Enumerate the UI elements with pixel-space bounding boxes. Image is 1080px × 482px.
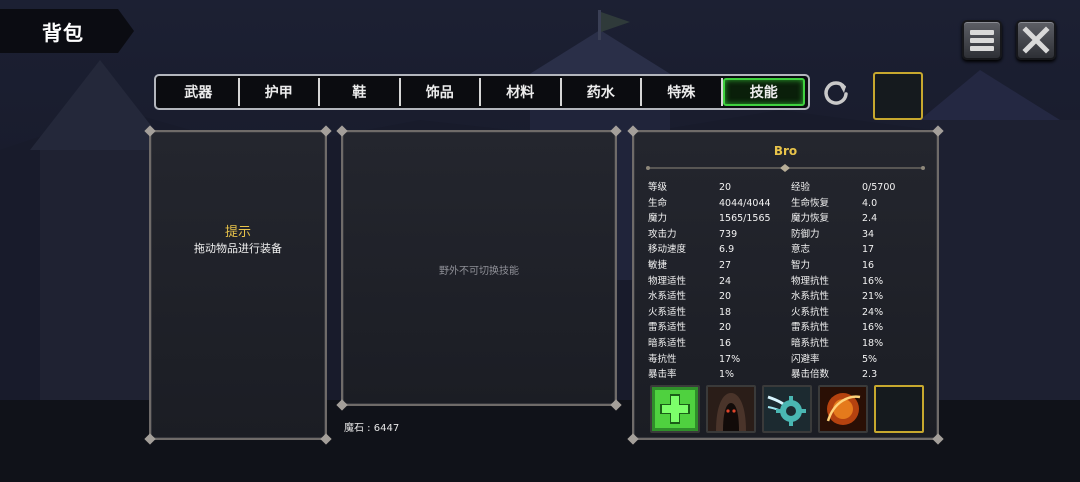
skill-locked-message: 野外不可切换技能 [439, 266, 519, 277]
stat-label: 物理适性 [648, 275, 687, 287]
equipped-skill-bar [650, 385, 924, 433]
stat-value: 1% [719, 369, 735, 381]
stat-label: 意志 [791, 244, 811, 256]
stat-value: 21% [862, 291, 884, 303]
stat-value: 0/5700 [862, 182, 896, 193]
tab-potion[interactable]: 药水 [562, 78, 642, 106]
stat-label: 智力 [791, 259, 811, 271]
stat-value: 18% [862, 337, 884, 349]
tab-special[interactable]: 特殊 [642, 78, 723, 106]
stat-value: 24% [862, 306, 884, 318]
page-title-banner: 背包 [0, 9, 134, 53]
fire-orb-icon [820, 387, 866, 431]
refresh-button[interactable] [820, 78, 852, 108]
tab-shoes[interactable]: 鞋 [320, 78, 401, 106]
stat-label: 物理抗性 [791, 275, 830, 287]
stat-label: 暗系抗性 [791, 337, 830, 349]
gear-vortex-icon [764, 387, 810, 431]
stat-label: 魔力 [648, 213, 668, 225]
stat-value: 739 [719, 228, 738, 240]
stat-value: 20 [719, 182, 732, 193]
stat-label: 暴击率 [648, 369, 677, 381]
skill-slot-3[interactable] [762, 385, 812, 433]
equip-hint-panel: 提示 拖动物品进行装备 [144, 125, 332, 445]
magic-stone-count: 魔石 : 6447 [344, 423, 400, 434]
stat-value: 34 [862, 228, 875, 240]
stat-label: 等级 [648, 182, 668, 193]
stat-label: 水系抗性 [791, 291, 830, 303]
skill-slot-1[interactable] [650, 385, 700, 433]
character-name: Bro [773, 144, 798, 158]
stat-value: 20 [719, 322, 732, 334]
stat-value: 16 [862, 259, 875, 271]
tab-weapon[interactable]: 武器 [159, 78, 240, 106]
stat-label: 火系抗性 [791, 306, 830, 318]
stat-value: 16 [719, 337, 732, 349]
stat-value: 16% [862, 322, 884, 334]
stat-value: 17 [862, 244, 875, 256]
stat-value: 4044/4044 [719, 197, 771, 209]
skill-slot-4[interactable] [818, 385, 868, 433]
skill-slot-5-empty[interactable] [874, 385, 924, 433]
stat-value: 4.0 [862, 197, 878, 209]
tab-material[interactable]: 材料 [481, 78, 562, 106]
stat-value: 18 [719, 306, 732, 318]
stat-label: 经验 [791, 182, 811, 193]
stat-table: 等级 20 经验 0/5700 生命 4044/4044 生命恢复 4.0 魔力 1565/156… [648, 180, 928, 383]
stat-value: 20 [719, 291, 732, 303]
stat-label: 水系适性 [648, 291, 687, 303]
skill-list-panel[interactable]: 野外不可切换技能 [336, 125, 622, 411]
tab-skill[interactable]: 技能 [722, 78, 805, 106]
hamburger-icon [970, 30, 994, 51]
character-stats-panel: Bro 等级 20 经验 0/5700 生命 4044/4044 生命恢复 4.0 魔力 1565… [627, 125, 944, 445]
stat-value: 1565/1565 [719, 213, 771, 225]
stat-label: 防御力 [791, 228, 820, 240]
heal-cross-icon [652, 387, 698, 431]
close-icon [1022, 26, 1050, 54]
stat-value: 24 [719, 275, 732, 287]
stat-value: 17% [719, 353, 741, 365]
stat-label: 闪避率 [791, 353, 820, 365]
stat-label: 雷系抗性 [791, 322, 830, 334]
category-tab-bar: 武器 护甲 鞋 饰品 材料 药水 特殊 技能 [154, 74, 810, 110]
stat-label: 雷系适性 [648, 322, 687, 334]
hint-title: 提示 [224, 225, 251, 240]
skill-slot-2[interactable] [706, 385, 756, 433]
stat-label: 火系适性 [648, 306, 687, 318]
menu-button[interactable] [962, 20, 1002, 60]
ornamental-divider [646, 164, 925, 172]
stat-value: 2.4 [862, 213, 878, 225]
page-title: 背包 [42, 20, 84, 45]
stat-label: 暴击倍数 [791, 369, 830, 381]
stat-label: 毒抗性 [648, 353, 677, 365]
stat-label: 敏捷 [648, 259, 668, 271]
stat-label: 生命恢复 [791, 197, 830, 209]
tab-armor[interactable]: 护甲 [240, 78, 320, 106]
hooded-figure-icon [708, 387, 754, 431]
close-button[interactable] [1016, 20, 1056, 60]
stat-label: 移动速度 [648, 244, 687, 256]
refresh-icon [824, 81, 848, 105]
stat-value: 2.3 [862, 369, 878, 381]
stat-value: 6.9 [719, 244, 735, 256]
stat-value: 5% [862, 353, 878, 365]
stat-label: 攻击力 [648, 228, 677, 240]
quick-item-slot[interactable] [873, 72, 923, 120]
stat-label: 魔力恢复 [791, 213, 830, 225]
hint-text: 拖动物品进行装备 [194, 242, 282, 255]
stat-label: 生命 [648, 197, 668, 209]
stat-label: 暗系适性 [648, 337, 687, 349]
tab-accessory[interactable]: 饰品 [401, 78, 481, 106]
stat-value: 27 [719, 259, 732, 271]
stat-value: 16% [862, 275, 884, 287]
